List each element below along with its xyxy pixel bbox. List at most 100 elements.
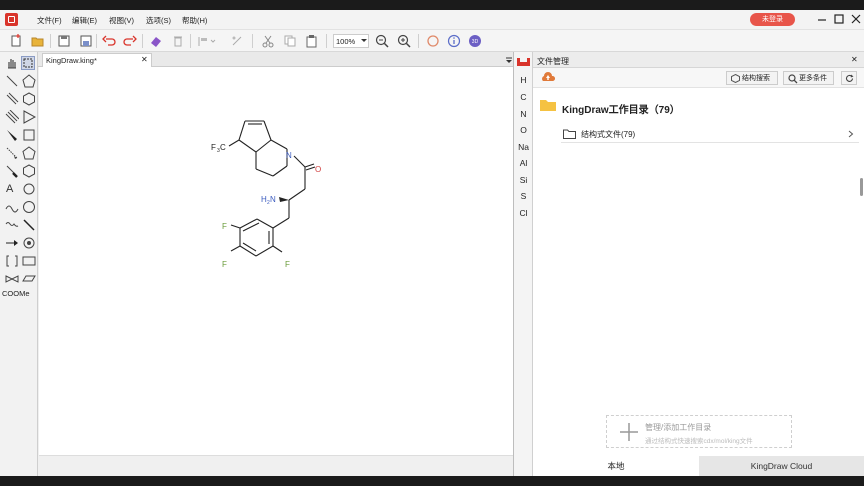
single-bond-tool-icon[interactable] bbox=[5, 74, 19, 88]
zoom-in-icon[interactable] bbox=[397, 34, 411, 48]
square-tool-icon[interactable] bbox=[22, 128, 36, 142]
text-tool-icon[interactable]: A bbox=[6, 182, 20, 196]
tab-local[interactable]: 本地 bbox=[533, 456, 699, 476]
circle-shape-tool-icon[interactable] bbox=[22, 182, 36, 196]
menu-edit[interactable]: 编辑(E) bbox=[72, 15, 97, 26]
pentagon-tool-icon[interactable] bbox=[22, 146, 36, 160]
pentagon-ring-tool-icon[interactable] bbox=[22, 74, 36, 88]
cloud-upload-icon[interactable] bbox=[541, 71, 556, 84]
cyclohexane-tool-icon[interactable] bbox=[22, 164, 36, 178]
wedge-bond-tool-icon[interactable] bbox=[5, 128, 19, 142]
chain-template-tool[interactable]: COOMe bbox=[2, 289, 30, 298]
cf3-label-c: C bbox=[220, 143, 226, 152]
fluorine-label-1: F bbox=[222, 222, 227, 231]
arrow-tool-icon[interactable] bbox=[5, 236, 19, 250]
more-conditions-button[interactable]: 更多条件 bbox=[783, 71, 834, 85]
select-tool-icon[interactable] bbox=[21, 56, 35, 70]
triangle-tool-icon[interactable] bbox=[22, 110, 37, 124]
element-n[interactable]: N bbox=[514, 109, 533, 119]
ellipse-tool-icon[interactable] bbox=[22, 200, 36, 214]
folder-row-divider bbox=[561, 142, 859, 143]
kingdraw-logo-icon bbox=[5, 13, 18, 26]
open-folder-icon[interactable] bbox=[31, 34, 45, 48]
element-o[interactable]: O bbox=[514, 125, 533, 135]
menubar: 文件(F) 编辑(E) 视图(V) 选项(S) 帮助(H) 未登录 bbox=[0, 10, 864, 29]
3d-view-icon[interactable]: 3D bbox=[468, 34, 482, 48]
zoom-dropdown-chevron-icon[interactable] bbox=[360, 37, 368, 45]
close-panel-icon[interactable]: ✕ bbox=[851, 55, 858, 64]
element-s[interactable]: S bbox=[514, 191, 533, 201]
carbonyl-oxygen-label: O bbox=[315, 165, 321, 174]
close-tab-icon[interactable]: ✕ bbox=[141, 55, 148, 64]
document-tab-label: KingDraw.king* bbox=[46, 56, 97, 65]
hexagon-ring-tool-icon[interactable] bbox=[22, 92, 36, 106]
redo-icon[interactable] bbox=[123, 34, 137, 48]
bowtie-tool-icon[interactable] bbox=[5, 272, 19, 286]
curve-tool-icon[interactable] bbox=[5, 200, 19, 214]
undo-icon[interactable] bbox=[102, 34, 116, 48]
maximize-icon[interactable] bbox=[832, 12, 846, 26]
info-icon[interactable] bbox=[447, 34, 461, 48]
delete-icon[interactable] bbox=[171, 34, 185, 48]
file-manager-header: 文件管理 ✕ bbox=[533, 52, 864, 68]
element-si[interactable]: Si bbox=[514, 175, 533, 185]
bold-bond-tool-icon[interactable] bbox=[5, 164, 19, 178]
hash-bond-tool-icon[interactable] bbox=[5, 146, 19, 160]
periodic-table-icon[interactable] bbox=[517, 56, 530, 67]
element-c[interactable]: C bbox=[514, 92, 533, 102]
save-as-icon[interactable] bbox=[79, 34, 93, 48]
new-file-icon[interactable] bbox=[9, 34, 23, 48]
menu-view[interactable]: 视图(V) bbox=[109, 15, 134, 26]
double-bond-tool-icon[interactable] bbox=[5, 92, 19, 106]
align-icon[interactable] bbox=[197, 34, 216, 48]
circle-tool-icon[interactable] bbox=[426, 34, 440, 48]
triple-bond-tool-icon[interactable] bbox=[5, 109, 20, 124]
copy-icon[interactable] bbox=[283, 34, 297, 48]
close-window-icon[interactable] bbox=[849, 12, 863, 26]
cut-icon[interactable] bbox=[261, 34, 275, 48]
file-manager-title: 文件管理 bbox=[537, 57, 569, 66]
eraser-icon[interactable] bbox=[149, 34, 163, 48]
line-tool-icon[interactable] bbox=[22, 218, 36, 232]
target-tool-icon[interactable] bbox=[22, 236, 36, 250]
flip-icon[interactable] bbox=[230, 34, 244, 48]
amide-nitrogen-label: N bbox=[286, 151, 292, 160]
bracket-tool-icon[interactable] bbox=[5, 254, 19, 268]
workdir-folder-icon bbox=[539, 98, 557, 112]
toolbar-separator bbox=[418, 34, 419, 48]
freehand-tool-icon[interactable] bbox=[5, 218, 19, 232]
folder-row[interactable]: 结构式文件(79) bbox=[561, 126, 859, 142]
magnifier-icon bbox=[788, 74, 798, 84]
toolbar-separator bbox=[50, 34, 51, 48]
tab-list-dropdown-icon[interactable] bbox=[505, 57, 513, 65]
element-h[interactable]: H bbox=[514, 75, 533, 85]
refresh-button[interactable] bbox=[841, 71, 857, 85]
menu-file[interactable]: 文件(F) bbox=[37, 15, 62, 26]
cf3-label-f: F bbox=[211, 143, 216, 152]
paste-icon[interactable] bbox=[305, 34, 319, 48]
folder-outline-icon bbox=[563, 129, 576, 139]
toolbar-separator bbox=[96, 34, 97, 48]
rectangle-tool-icon[interactable] bbox=[22, 254, 36, 268]
add-workdir-box[interactable]: 管理/添加工作目录 通过结构式快速搜索cdx/mol/king文件 bbox=[606, 415, 792, 448]
element-cl[interactable]: Cl bbox=[514, 208, 533, 218]
menu-options[interactable]: 选项(S) bbox=[146, 15, 171, 26]
chair-tool-icon[interactable] bbox=[22, 272, 36, 286]
workdir-label[interactable]: KingDraw工作目录（79） bbox=[562, 101, 680, 116]
zoom-out-icon[interactable] bbox=[375, 34, 389, 48]
hand-tool-icon[interactable] bbox=[5, 56, 19, 70]
element-al[interactable]: Al bbox=[514, 158, 533, 168]
main-toolbar: 100% 3D bbox=[0, 29, 864, 52]
drawing-canvas[interactable]: F 3 C N O H 2 N F F F bbox=[39, 67, 513, 455]
element-na[interactable]: Na bbox=[514, 142, 533, 152]
toolbar-separator bbox=[142, 34, 143, 48]
menu-help[interactable]: 帮助(H) bbox=[182, 15, 207, 26]
structure-search-button[interactable]: 结构搜索 bbox=[726, 71, 778, 85]
document-tab[interactable]: KingDraw.king* ✕ bbox=[42, 53, 152, 67]
save-icon[interactable] bbox=[57, 34, 71, 48]
panel-scrollbar[interactable] bbox=[860, 178, 863, 196]
tab-kingdraw-cloud[interactable]: KingDraw Cloud bbox=[699, 456, 864, 476]
login-button[interactable]: 未登录 bbox=[750, 13, 795, 26]
molecule-structure[interactable]: F 3 C N O H 2 N F F F bbox=[39, 67, 513, 455]
minimize-icon[interactable] bbox=[815, 12, 829, 26]
